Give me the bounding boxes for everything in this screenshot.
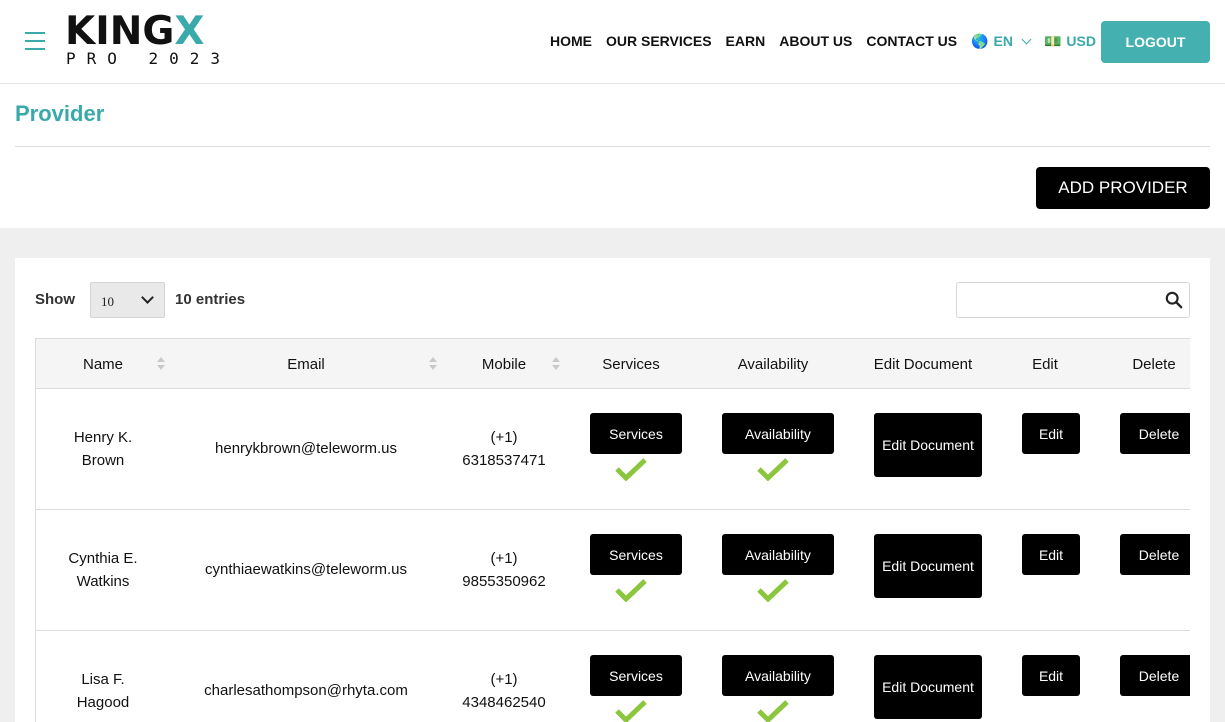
column-header-edit: Edit bbox=[1032, 356, 1058, 373]
search-input[interactable] bbox=[957, 283, 1157, 317]
table-row: Lisa F. Hagood charlesathompson@rhyta.co… bbox=[36, 631, 1190, 722]
search-icon[interactable] bbox=[1165, 291, 1183, 309]
logo-subtitle: PRO 2023 bbox=[66, 49, 232, 68]
search-box[interactable] bbox=[956, 282, 1190, 318]
edit-button[interactable]: Edit bbox=[1022, 413, 1080, 454]
entries-length-value: 10 bbox=[101, 294, 114, 309]
nav-earn[interactable]: EARN bbox=[726, 33, 766, 49]
globe-icon: 🌎 bbox=[971, 32, 989, 49]
services-button[interactable]: Services bbox=[590, 413, 682, 454]
column-header-services: Services bbox=[602, 356, 660, 373]
add-provider-button[interactable]: ADD PROVIDER bbox=[1036, 167, 1210, 209]
page-title: Provider bbox=[15, 101, 105, 126]
chevron-down-icon bbox=[141, 291, 154, 304]
currency-label: USD bbox=[1066, 33, 1096, 49]
column-header-mobile[interactable]: Mobile bbox=[476, 356, 532, 373]
check-icon bbox=[757, 700, 789, 722]
services-button[interactable]: Services bbox=[590, 534, 682, 575]
availability-button[interactable]: Availability bbox=[722, 534, 834, 575]
edit-document-button[interactable]: Edit Document bbox=[874, 413, 982, 477]
nav-our-services[interactable]: OUR SERVICES bbox=[606, 33, 712, 49]
delete-button[interactable]: Delete bbox=[1120, 413, 1190, 454]
provider-email: charlesathompson@rhyta.com bbox=[204, 682, 408, 699]
table-row: Cynthia E. Watkins cynthiaewatkins@telew… bbox=[36, 510, 1190, 631]
delete-button[interactable]: Delete bbox=[1120, 655, 1190, 696]
nav-home[interactable]: HOME bbox=[550, 33, 592, 49]
column-header-delete: Delete bbox=[1132, 356, 1176, 373]
logo-text-accent: X bbox=[174, 9, 205, 54]
check-icon bbox=[615, 458, 647, 481]
column-header-email[interactable]: Email bbox=[276, 356, 336, 373]
table-row: Henry K. Brown henrykbrown@teleworm.us (… bbox=[36, 389, 1190, 510]
provider-name: Henry K. Brown bbox=[73, 429, 133, 469]
availability-button[interactable]: Availability bbox=[722, 413, 834, 454]
entries-label: 10 entries bbox=[175, 291, 246, 308]
column-header-availability: Availability bbox=[737, 356, 809, 373]
check-icon bbox=[615, 700, 647, 722]
top-header: KINGX PRO 2023 HOME OUR SERVICES EARN AB… bbox=[0, 0, 1225, 84]
logo-text: KING bbox=[65, 9, 175, 54]
providers-table: Name Email Mobile Services Availability … bbox=[35, 338, 1190, 722]
money-icon: 💵 bbox=[1043, 32, 1062, 49]
column-header-edit-document: Edit Document bbox=[873, 356, 973, 373]
sort-icon[interactable] bbox=[157, 357, 165, 371]
provider-email: henrykbrown@teleworm.us bbox=[215, 440, 397, 457]
show-label: Show bbox=[35, 291, 75, 308]
provider-name: Lisa F. Hagood bbox=[76, 671, 130, 711]
table-header: Name Email Mobile Services Availability … bbox=[36, 338, 1190, 389]
logo[interactable]: KINGX PRO 2023 bbox=[65, 12, 231, 67]
column-header-name[interactable]: Name bbox=[80, 356, 126, 373]
provider-mobile: (+1) 6318537471 bbox=[462, 429, 546, 469]
provider-email: cynthiaewatkins@teleworm.us bbox=[205, 561, 407, 578]
edit-document-button[interactable]: Edit Document bbox=[874, 655, 982, 719]
delete-button[interactable]: Delete bbox=[1120, 534, 1190, 575]
provider-name: Cynthia E. Watkins bbox=[68, 550, 138, 590]
edit-document-button[interactable]: Edit Document bbox=[874, 534, 982, 598]
hamburger-menu-icon[interactable] bbox=[25, 32, 45, 50]
check-icon bbox=[757, 458, 789, 481]
language-label: EN bbox=[993, 33, 1013, 49]
sort-icon[interactable] bbox=[429, 357, 437, 371]
provider-mobile: (+1) 4348462540 bbox=[462, 671, 546, 711]
nav-contact-us[interactable]: CONTACT US bbox=[866, 33, 957, 49]
edit-button[interactable]: Edit bbox=[1022, 655, 1080, 696]
provider-mobile: (+1) 9855350962 bbox=[462, 550, 546, 590]
sort-icon[interactable] bbox=[552, 357, 560, 371]
logout-button[interactable]: LOGOUT bbox=[1101, 21, 1210, 63]
table-card: Show 10 10 entries Name Email Mobile Ser… bbox=[15, 258, 1210, 722]
chevron-down-icon bbox=[1021, 34, 1032, 44]
availability-button[interactable]: Availability bbox=[722, 655, 834, 696]
edit-button[interactable]: Edit bbox=[1022, 534, 1080, 575]
services-button[interactable]: Services bbox=[590, 655, 682, 696]
check-icon bbox=[757, 579, 789, 602]
divider bbox=[15, 146, 1210, 147]
language-dropdown[interactable]: 🌎 EN bbox=[971, 32, 1032, 50]
nav-about-us[interactable]: ABOUT US bbox=[779, 33, 852, 49]
check-icon bbox=[615, 579, 647, 602]
main-nav: HOME OUR SERVICES EARN ABOUT US CONTACT … bbox=[550, 32, 1115, 50]
entries-length-select[interactable]: 10 bbox=[90, 282, 165, 318]
